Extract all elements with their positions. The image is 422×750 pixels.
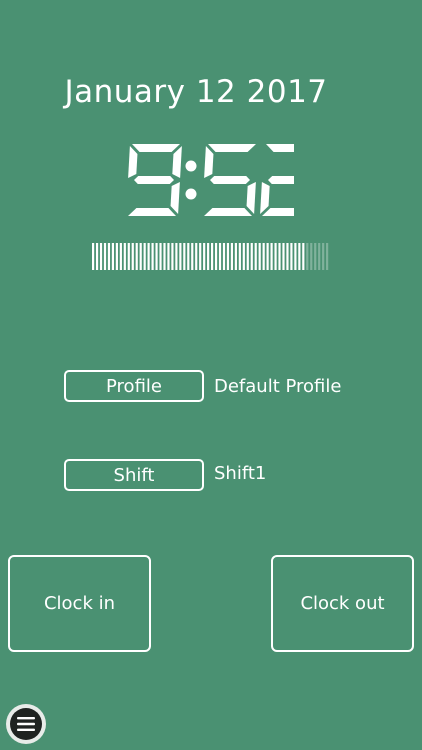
clock-segment-a (132, 144, 180, 152)
clock-segment-f (128, 146, 138, 178)
clock-segment-g (268, 176, 294, 184)
seconds-tick (111, 243, 115, 270)
seconds-tick (302, 243, 305, 270)
clock-in-button[interactable]: Clock in (8, 555, 151, 652)
seconds-tick (131, 243, 134, 270)
menu-button[interactable] (6, 704, 46, 744)
seconds-tick (199, 243, 202, 270)
clock-out-button[interactable]: Clock out (271, 555, 414, 652)
seconds-tick (266, 243, 269, 270)
seconds-tick (294, 243, 297, 270)
seconds-tick (163, 243, 166, 270)
seconds-tick (298, 243, 301, 270)
seconds-tick (242, 243, 245, 270)
seconds-tick (123, 243, 126, 270)
seconds-tick (306, 243, 309, 270)
seconds-tick (147, 243, 150, 270)
seconds-tick (290, 243, 293, 270)
clock-segment-c (170, 182, 180, 214)
clock-colon-dot (185, 160, 197, 172)
clock-segment-a (208, 144, 256, 152)
seconds-tick (119, 243, 122, 270)
seconds-tick (222, 243, 226, 270)
seconds-tick (187, 243, 190, 270)
clock-segment-c (246, 182, 256, 214)
seconds-tick (127, 243, 130, 270)
clock-segment-f (204, 146, 214, 178)
seconds-tick (203, 243, 206, 270)
clock-digit (128, 144, 182, 216)
seconds-tick (155, 243, 158, 270)
seconds-tick (258, 243, 261, 270)
seconds-tick (326, 243, 329, 270)
seconds-tick (171, 243, 174, 270)
seconds-tick (238, 243, 241, 270)
seconds-tick (230, 243, 234, 270)
seconds-tick (286, 243, 289, 270)
seconds-tick (314, 243, 317, 270)
seconds-tick (278, 243, 281, 270)
seconds-tick (282, 243, 285, 270)
hamburger-menu-icon (10, 708, 42, 740)
seconds-tick (274, 243, 277, 270)
seconds-tick (115, 243, 118, 270)
clock-segment-d (204, 208, 252, 216)
seconds-tick (246, 243, 249, 270)
shift-button[interactable]: Shift (64, 459, 204, 491)
seconds-tick (191, 243, 194, 270)
seconds-tick (151, 243, 154, 270)
seconds-tick (143, 243, 146, 270)
date-label: January 12 2017 (64, 74, 328, 110)
seconds-tick (103, 243, 107, 270)
profile-value: Default Profile (214, 376, 342, 397)
seconds-tick (179, 243, 182, 270)
clock-segment-d (262, 208, 294, 216)
clock-segment-b (172, 146, 182, 178)
seconds-tick (207, 243, 210, 270)
clock-segment-a (266, 144, 294, 152)
clock-digit (204, 144, 256, 216)
clock-segment-d (128, 208, 176, 216)
clock-segment-g (134, 176, 174, 184)
clock-colon-dot (185, 188, 197, 200)
seconds-tick (195, 243, 198, 270)
seconds-tick (159, 243, 162, 270)
seconds-tick (183, 243, 186, 270)
clock-digit (260, 144, 294, 216)
seconds-tick (318, 243, 321, 270)
seconds-tick (95, 243, 99, 270)
seconds-tick (254, 243, 257, 270)
seconds-tick (270, 243, 273, 270)
shift-value: Shift1 (214, 463, 267, 484)
clock-segment-e (260, 182, 270, 214)
seconds-tick (135, 243, 138, 270)
seconds-tick (234, 243, 237, 270)
clock-segment-g (210, 176, 250, 184)
seconds-tick (107, 243, 111, 270)
seconds-tick (92, 243, 95, 270)
seconds-tick (262, 243, 265, 270)
seconds-tick (99, 243, 103, 270)
seconds-tick (218, 243, 222, 270)
seconds-tick (322, 243, 325, 270)
seconds-tick (211, 243, 214, 270)
seconds-tick (250, 243, 253, 270)
profile-button[interactable]: Profile (64, 370, 204, 402)
seconds-tick (167, 243, 170, 270)
seconds-progress-bar (92, 243, 329, 270)
seconds-tick (214, 243, 218, 270)
seconds-tick (139, 243, 142, 270)
seconds-tick (226, 243, 230, 270)
seconds-tick (310, 243, 313, 270)
digital-clock-display (128, 144, 294, 216)
seconds-tick (175, 243, 178, 270)
